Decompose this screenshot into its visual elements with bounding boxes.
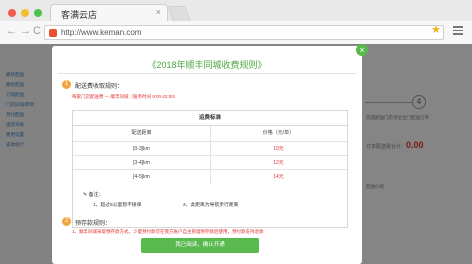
section-note: 每家门店配送费 — 顺丰同城（服务时间 9:00-22:00） [72,94,179,99]
fee-table: 运费标准 配送距离 价格（元/单） [0-3]km 10元 [3-4]km 12… [72,110,348,228]
modal-close-icon[interactable]: × [356,44,368,56]
price-cell: 10元 [273,146,284,152]
navigation-bar: ← → C http://www.keman.com [0,21,472,44]
fee-rules-modal: 《2018年顺丰同城收费规则》 1 配送费收取规则： 每家门店配送费 — 顺丰同… [52,46,362,264]
section-number-badge: 1 [62,80,71,89]
section-number-badge: 2 [62,217,71,226]
table-title: 运费标准 [73,111,347,126]
remark-item: 1、超过5公里暂不接单 [93,203,142,208]
column-header: 配送距离 [131,130,152,136]
remark-item: 2、此距离为导航步行距离 [183,203,239,208]
forward-arrow-icon[interactable]: → [20,25,31,37]
table-row: [3-4]km 12元 [73,155,347,169]
address-url: http://www.keman.com [61,28,142,37]
section-note: 1、顺丰同城采取预存款方式，少量预付款可在我方账户自主管理预存款后使用，预付款支… [72,229,264,234]
table-row: [4-5]km 14元 [73,169,347,183]
address-bar[interactable]: http://www.keman.com [44,25,444,40]
table-row: [0-3]km 10元 [73,141,347,155]
section-title: 配送费收取规则： [75,84,124,90]
distance-cell: [0-3]km [133,146,150,152]
back-arrow-icon[interactable]: ← [6,25,17,37]
price-cell: 12元 [273,160,284,166]
divider [58,73,356,74]
window-controls [8,9,42,17]
new-tab-button[interactable] [167,6,191,21]
modal-title: 《2018年顺丰同城收费规则》 [147,60,267,70]
distance-cell: [3-4]km [133,160,150,166]
bookmark-star-icon[interactable]: ★ [431,23,441,36]
distance-cell: [4-5]km [133,174,150,180]
confirm-open-button[interactable]: 我已阅读，确认开通 [141,238,259,253]
remark-label: ✎ 备注： [83,192,104,198]
browser-chrome: 客满云店 × ← → C http://www.keman.com ★ [0,0,472,44]
column-header: 价格（元/单） [262,130,295,136]
browser-tab[interactable]: 客满云店 × [50,4,168,21]
tab-close-icon[interactable]: × [156,7,161,17]
section-title: 预存款规则： [75,221,112,227]
maximize-window-button[interactable] [34,9,42,17]
price-cell: 14元 [273,174,284,180]
browser-menu-icon[interactable] [453,26,463,37]
close-window-button[interactable] [8,9,16,17]
minimize-window-button[interactable] [21,9,29,17]
tab-title: 客满云店 [61,10,98,20]
reload-icon[interactable]: C [33,25,41,37]
site-favicon-icon [49,29,57,37]
